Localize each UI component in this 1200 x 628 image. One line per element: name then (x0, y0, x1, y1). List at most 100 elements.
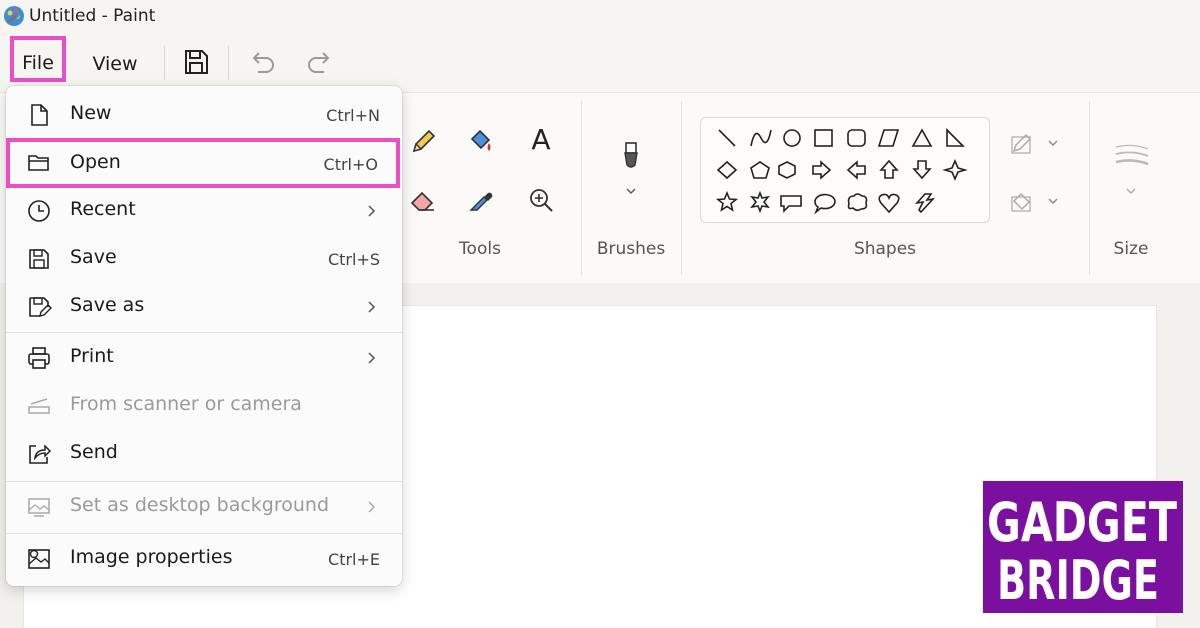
pentagon-shape-icon (750, 161, 770, 179)
logo-line-1: GADGET (987, 491, 1177, 554)
right-triangle-shape-icon (946, 128, 965, 147)
menu-item-label: New (70, 102, 112, 124)
chevron-right-icon (368, 205, 376, 217)
menu-item-label: Save as (70, 294, 145, 316)
fill-dropdown-icon[interactable] (1010, 187, 1064, 217)
oval-callout-shape-icon (814, 193, 836, 215)
rectangle-shape-icon (814, 129, 833, 147)
up-arrow-shape-icon (879, 159, 899, 179)
image-properties-icon (28, 549, 50, 569)
curve-shape-icon (750, 129, 772, 147)
triangle-shape-icon (911, 128, 933, 147)
menu-item-print[interactable]: Print (6, 337, 402, 381)
menu-item-label: Recent (70, 198, 136, 220)
printer-icon (28, 347, 50, 369)
save-as-icon (29, 297, 52, 317)
diamond-shape-icon (716, 160, 738, 180)
menu-item-label: From scanner or camera (70, 393, 302, 415)
menu-separator (6, 332, 402, 333)
menu-separator (6, 481, 402, 482)
desktop-background-icon (28, 498, 50, 517)
chevron-down-icon[interactable] (620, 185, 642, 199)
gadget-bridge-logo: GADGET BRIDGE (983, 481, 1183, 613)
menu-item-shortcut: Ctrl+S (327, 250, 380, 269)
menu-item-save[interactable]: Save Ctrl+S (6, 238, 402, 282)
menu-item-recent[interactable]: Recent (6, 190, 402, 234)
title-bar: Untitled - Paint (0, 0, 1200, 34)
hexagon-shape-icon (778, 161, 796, 179)
eraser-icon[interactable] (408, 185, 438, 215)
logo-line-2: BRIDGE (997, 549, 1159, 612)
menu-item-label: Print (70, 345, 114, 367)
rounded-rectangle-shape-icon (847, 129, 866, 147)
menu-item-save-as[interactable]: Save as (6, 286, 402, 330)
save-icon[interactable] (180, 46, 212, 78)
menu-item-shortcut: Ctrl+O (323, 155, 378, 174)
heart-shape-icon (878, 193, 900, 214)
menu-item-label: Image properties (70, 546, 233, 568)
menu-item-label: Set as desktop background (70, 494, 330, 516)
view-menu-button[interactable]: View (80, 46, 150, 82)
polygon-shape-icon (877, 129, 900, 147)
menu-item-open[interactable]: Open Ctrl+O (6, 138, 400, 188)
cloud-callout-shape-icon (847, 193, 868, 212)
menu-item-label: Save (70, 246, 117, 268)
menu-item-shortcut: Ctrl+E (328, 550, 380, 569)
chevron-right-icon (368, 352, 376, 364)
window-title: Untitled - Paint (29, 6, 156, 26)
ribbon-separator (1089, 101, 1090, 275)
menu-item-new[interactable]: New Ctrl+N (6, 94, 402, 138)
right-arrow-shape-icon (812, 160, 832, 180)
file-dropdown-menu: New Ctrl+N Open Ctrl+O Recent Save Ctrl+… (6, 86, 402, 586)
menu-item-from-scanner: From scanner or camera (6, 385, 402, 429)
new-file-icon (31, 104, 48, 126)
share-icon (29, 444, 52, 464)
ribbon-separator (681, 101, 682, 275)
shapes-grid (715, 128, 968, 215)
ribbon-separator (581, 101, 582, 275)
shapes-group-label: Shapes (853, 239, 917, 259)
menu-item-shortcut: Ctrl+N (326, 106, 380, 125)
left-arrow-shape-icon (846, 160, 866, 180)
fill-bucket-icon[interactable] (466, 127, 496, 157)
save-icon (29, 249, 49, 269)
menu-item-send[interactable]: Send (6, 433, 402, 477)
menu-bar: File View (0, 34, 1200, 92)
oval-shape-icon (783, 129, 801, 147)
brushes-group-label: Brushes (596, 239, 666, 259)
folder-icon (28, 155, 49, 171)
brush-icon[interactable] (616, 141, 646, 171)
rectangular-callout-shape-icon (780, 195, 802, 213)
pencil-icon[interactable] (408, 127, 438, 157)
toolbar-separator (164, 46, 165, 80)
magnifier-icon[interactable] (526, 185, 556, 215)
five-point-star-shape-icon (715, 190, 739, 212)
lightning-shape-icon (914, 193, 936, 214)
scanner-icon (28, 398, 50, 414)
chevron-down-icon[interactable] (1120, 185, 1142, 199)
file-menu-button[interactable]: File (10, 36, 66, 82)
text-tool-icon[interactable]: A (526, 125, 556, 155)
color-picker-icon[interactable] (466, 185, 496, 215)
menu-item-label: Open (70, 151, 121, 173)
redo-icon[interactable] (304, 46, 336, 78)
clock-icon (28, 200, 50, 222)
menu-item-set-desktop-background: Set as desktop background (6, 486, 402, 530)
down-arrow-shape-icon (912, 160, 932, 180)
menu-item-image-properties[interactable]: Image properties Ctrl+E (6, 538, 402, 582)
gadget-bridge-logo-graphic: GADGET BRIDGE (987, 491, 1177, 612)
outline-dropdown-icon[interactable] (1010, 129, 1064, 159)
toolbar-separator (228, 46, 229, 80)
undo-icon[interactable] (246, 46, 278, 78)
chevron-right-icon (368, 501, 376, 513)
line-shape-icon (718, 129, 736, 147)
six-point-star-shape-icon (750, 190, 770, 214)
size-lines-icon[interactable] (1114, 141, 1150, 171)
chevron-right-icon (368, 301, 376, 313)
menu-separator (6, 533, 402, 534)
menu-item-label: Send (70, 441, 118, 463)
paint-app-icon (4, 6, 24, 26)
shapes-gallery (700, 117, 990, 223)
size-group-label: Size (1113, 239, 1149, 259)
tools-group-label: Tools (459, 239, 501, 259)
